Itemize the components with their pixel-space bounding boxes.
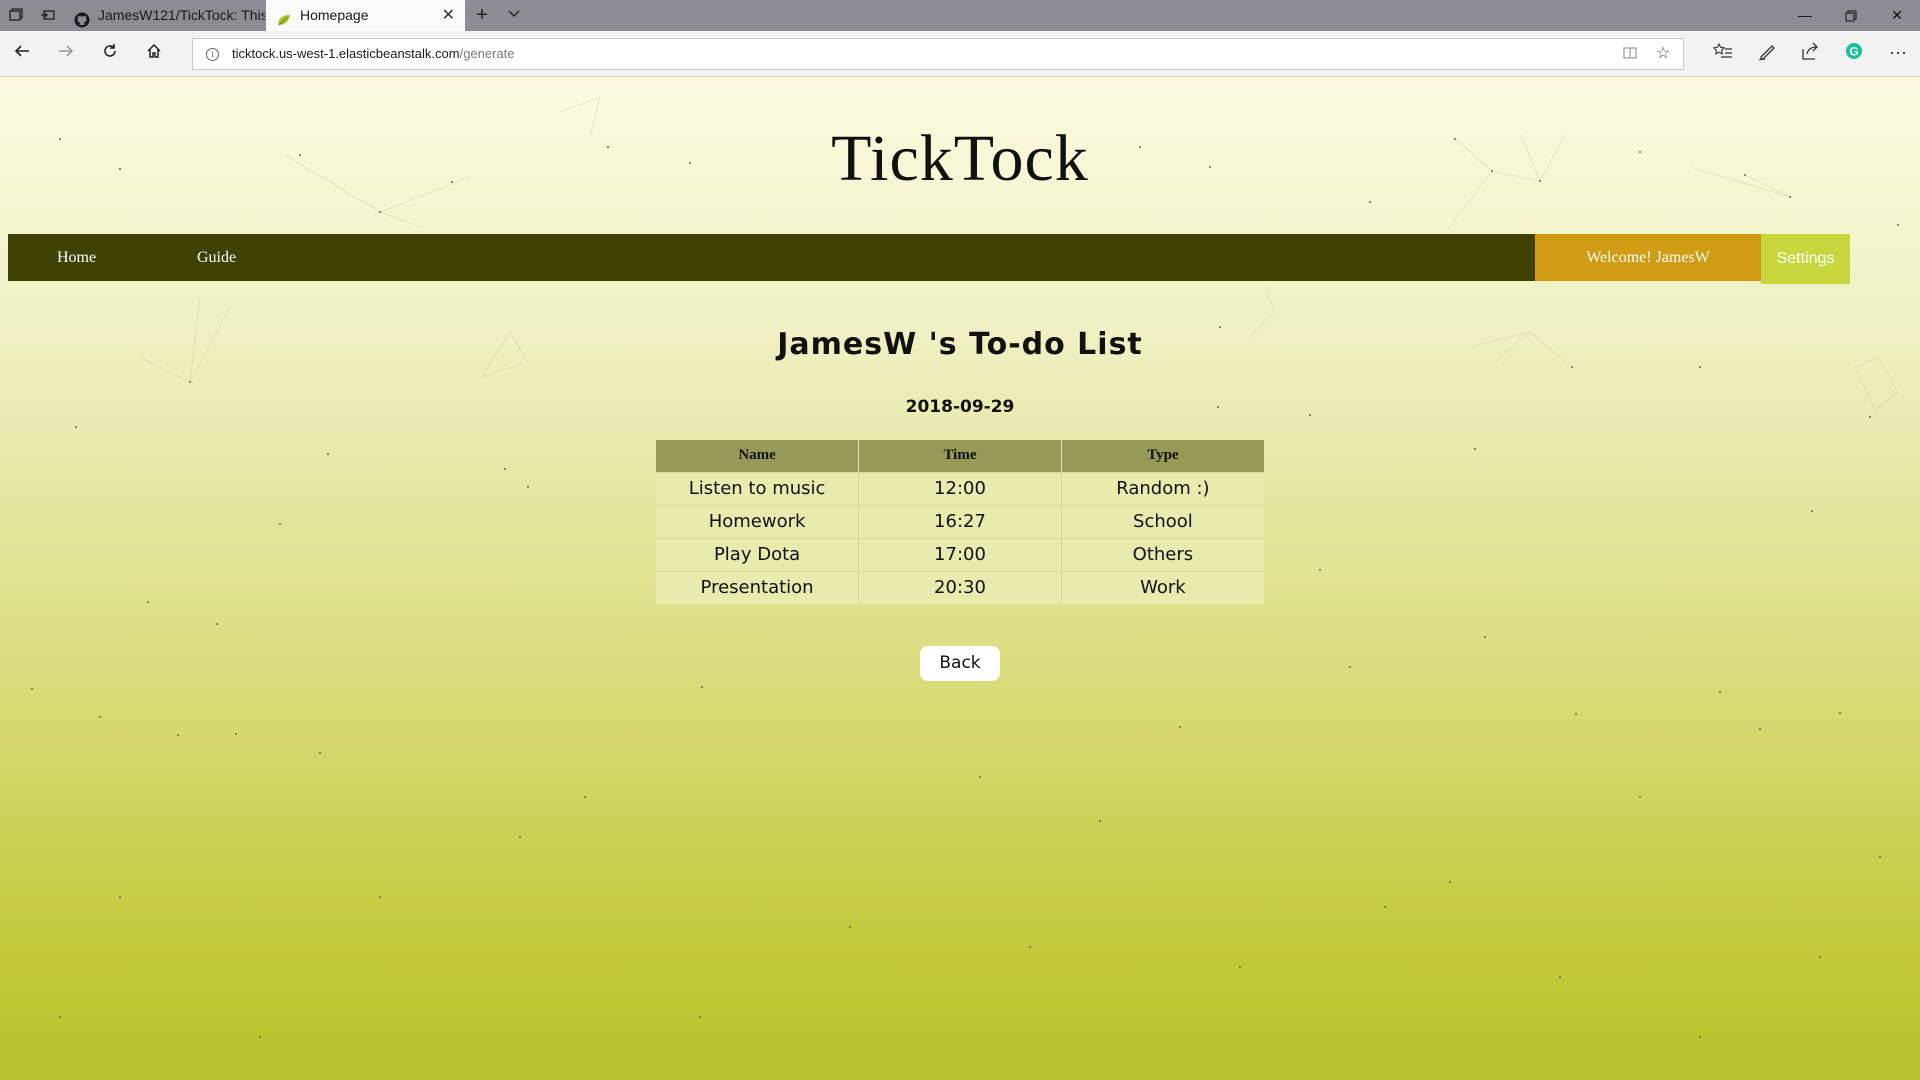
task-type-cell: Random :) [1061, 471, 1264, 505]
url-text: ticktock.us-west-1.elasticbeanstalk.com/… [232, 39, 515, 69]
task-time-cell: 16:27 [858, 504, 1062, 538]
more-menu-icon[interactable]: ⋯ [1886, 41, 1910, 65]
tab-title: Homepage [300, 7, 369, 23]
leaf-icon [276, 8, 292, 26]
url-path: /generate [459, 46, 515, 61]
share-icon[interactable] [1798, 41, 1822, 65]
table-header-row: Name Time Type [656, 440, 1264, 472]
info-icon[interactable]: i [206, 48, 219, 61]
todo-list-heading: JamesW 's To-do List [777, 327, 1143, 362]
grammarly-icon[interactable]: G [1842, 41, 1866, 65]
site-title: TickTock [831, 122, 1089, 195]
column-header-name: Name [656, 440, 860, 472]
url-field[interactable]: i ticktock.us-west-1.elasticbeanstalk.co… [192, 38, 1684, 70]
tab-title: JamesW121/TickTock: This i [98, 7, 265, 23]
task-time-cell: 12:00 [858, 471, 1062, 505]
address-bar-row: i ticktock.us-west-1.elasticbeanstalk.co… [0, 31, 1920, 77]
table-row: Play Dota 17:00 Others [656, 537, 1264, 571]
restore-icon[interactable] [1828, 0, 1874, 31]
favorites-list-icon[interactable] [1711, 41, 1735, 65]
nav-guide-link[interactable]: Guide [197, 234, 236, 281]
back-button[interactable]: Back [920, 646, 1000, 681]
pen-icon[interactable] [1755, 41, 1779, 65]
set-aside-tabs-icon[interactable] [40, 7, 56, 23]
svg-text:G: G [1849, 45, 1858, 59]
nav-home-link[interactable]: Home [57, 234, 96, 281]
task-name-cell: Listen to music [656, 471, 860, 505]
forward-arrow-icon[interactable] [53, 41, 79, 67]
home-icon[interactable] [141, 41, 167, 67]
browser-tab-bar: JamesW121/TickTock: This i Homepage ✕ + … [0, 0, 1920, 31]
table-row: Listen to music 12:00 Random :) [656, 471, 1264, 505]
main-navbar: Home Guide [8, 234, 1535, 281]
github-icon [74, 8, 90, 28]
task-type-cell: Others [1061, 537, 1264, 571]
task-name-cell: Presentation [656, 570, 860, 604]
chevron-down-icon[interactable] [506, 7, 522, 23]
tab-github[interactable]: JamesW121/TickTock: This i [64, 0, 265, 31]
table-row: Homework 16:27 School [656, 504, 1264, 538]
todo-list-date: 2018-09-29 [905, 397, 1015, 417]
table-row: Presentation 20:30 Work [656, 570, 1264, 604]
close-tab-icon[interactable]: ✕ [442, 0, 455, 31]
column-header-type: Type [1061, 440, 1264, 472]
todo-table: Name Time Type Listen to music 12:00 Ran… [656, 440, 1264, 604]
tab-manager-icon[interactable] [8, 7, 24, 23]
refresh-icon[interactable] [97, 41, 123, 67]
welcome-user-badge[interactable]: Welcome! JamesW [1535, 234, 1761, 281]
task-type-cell: School [1061, 504, 1264, 538]
task-time-cell: 20:30 [858, 570, 1062, 604]
favorite-star-icon[interactable]: ☆ [1654, 45, 1672, 63]
task-time-cell: 17:00 [858, 537, 1062, 571]
url-host: ticktock.us-west-1.elasticbeanstalk.com [232, 46, 460, 61]
settings-button[interactable]: Settings [1761, 234, 1850, 284]
back-arrow-icon[interactable] [9, 41, 35, 67]
task-name-cell: Play Dota [656, 537, 860, 571]
minimize-icon[interactable]: — [1782, 0, 1828, 31]
new-tab-icon[interactable]: + [474, 5, 490, 25]
task-name-cell: Homework [656, 504, 860, 538]
tab-homepage[interactable]: Homepage ✕ [266, 0, 465, 31]
close-window-icon[interactable]: ✕ [1874, 0, 1920, 31]
task-type-cell: Work [1061, 570, 1264, 604]
column-header-time: Time [858, 440, 1062, 472]
reading-view-icon[interactable] [1621, 45, 1639, 63]
web-page: TickTock Home Guide Welcome! JamesW Sett… [0, 77, 1920, 1080]
